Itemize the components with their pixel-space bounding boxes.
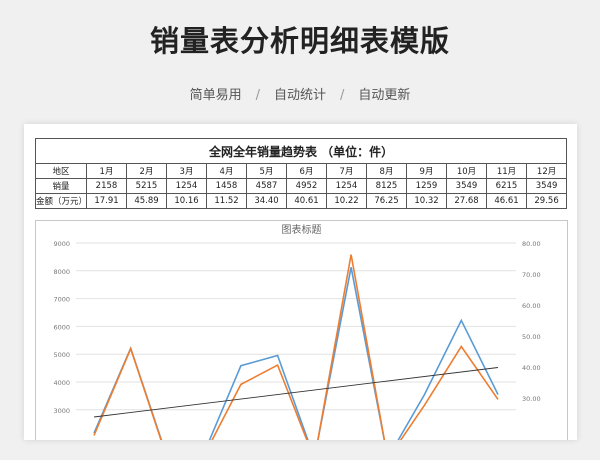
tag-label: 自动统计 [273, 88, 326, 103]
amount-cell: 11.52 [206, 193, 247, 209]
month-cell: 6月 [286, 163, 327, 179]
table-heading: 全网全年销量趋势表 （单位：件） [34, 138, 568, 164]
sales-cell: 2158 [86, 178, 127, 194]
y-right-tick-label: 80.00 [522, 240, 541, 248]
table-row-amount: 金额（万元） 17.91 45.89 10.16 11.52 34.40 40.61 10.… [35, 193, 568, 209]
sales-cell: 5215 [126, 178, 167, 194]
month-cell: 8月 [366, 163, 407, 179]
sales-table: 全网全年销量趋势表 （单位：件） 地区 1月 2月 3月 4月 5月 6月 7月 8月 9月 10… [34, 138, 568, 209]
amount-cell: 45.89 [126, 193, 167, 209]
row-label: 销量 [35, 178, 87, 194]
feature-tags: 简单易用 / 自动统计 / 自动更新 [0, 84, 600, 103]
page-title: 销量表分析明细表模版 [149, 24, 450, 58]
spreadsheet-preview: 全网全年销量趋势表 （单位：件） 地区 1月 2月 3月 4月 5月 6月 7月 8月 9月 10… [24, 124, 577, 440]
y-right-tick-label: 30.00 [522, 395, 541, 403]
month-cell: 5月 [246, 163, 287, 179]
y-left-tick-label: 6000 [53, 323, 70, 331]
month-cell: 3月 [166, 163, 207, 179]
y-right-tick-label: 60.00 [522, 302, 541, 310]
y-left-tick-label: 9000 [53, 240, 70, 248]
sales-cell: 3549 [525, 178, 568, 194]
sales-cell: 1458 [206, 178, 247, 194]
amount-cell: 17.91 [86, 193, 127, 209]
amount-cell: 29.56 [525, 193, 568, 209]
tag-separator: / [255, 88, 260, 103]
month-cell: 12月 [525, 163, 568, 179]
line-chart: 图表标题 3000 4000 5000 6000 7000 8000 9000 30.00 40.… [53, 223, 541, 440]
month-cell: 1月 [86, 163, 127, 179]
chart-title: 图表标题 [282, 223, 322, 236]
sales-cell: 6215 [486, 178, 527, 194]
y-left-tick-label: 5000 [53, 351, 70, 359]
sales-cell: 1259 [406, 178, 447, 194]
tag-separator: / [340, 88, 345, 103]
month-cell: 2月 [126, 163, 167, 179]
chart-area: 图表标题 3000 4000 5000 6000 7000 8000 9000 30.00 40.… [35, 220, 568, 440]
y-left-tick-label: 8000 [53, 268, 70, 276]
table-row-sales: 销量 2158 5215 1254 1458 4587 4952 1254 8125 1259 3… [35, 178, 568, 194]
month-cell: 9月 [406, 163, 447, 179]
sales-cell: 3549 [446, 178, 487, 194]
month-cell: 11月 [486, 163, 527, 179]
y-left-tick-label: 3000 [53, 407, 70, 415]
amount-cell: 46.61 [486, 193, 527, 209]
month-cell: 7月 [326, 163, 367, 179]
amount-cell: 34.40 [246, 193, 287, 209]
sales-cell: 8125 [366, 178, 407, 194]
amount-cell: 10.22 [326, 193, 367, 209]
amount-cell: 10.16 [166, 193, 207, 209]
sales-cell: 4952 [286, 178, 327, 194]
amount-cell: 76.25 [366, 193, 407, 209]
series-line-amount [93, 254, 499, 440]
y-right-tick-label: 70.00 [522, 271, 541, 279]
amount-cell: 27.68 [446, 193, 487, 209]
y-left-tick-label: 4000 [53, 379, 70, 387]
tag-label: 自动更新 [358, 88, 411, 103]
y-left-tick-label: 7000 [53, 296, 70, 304]
sales-cell: 1254 [326, 178, 367, 194]
sales-cell: 4587 [246, 178, 287, 194]
row-label: 金额（万元） [35, 193, 87, 209]
row-label: 地区 [35, 163, 87, 179]
amount-cell: 40.61 [286, 193, 327, 209]
month-cell: 10月 [446, 163, 487, 179]
table-row-month: 地区 1月 2月 3月 4月 5月 6月 7月 8月 9月 10月 11月 12月 [35, 163, 568, 179]
month-cell: 4月 [206, 163, 247, 179]
y-right-tick-label: 40.00 [522, 364, 541, 372]
amount-cell: 10.32 [406, 193, 447, 209]
y-right-tick-label: 50.00 [522, 333, 541, 341]
tag-label: 简单易用 [189, 88, 242, 103]
sales-cell: 1254 [166, 178, 207, 194]
